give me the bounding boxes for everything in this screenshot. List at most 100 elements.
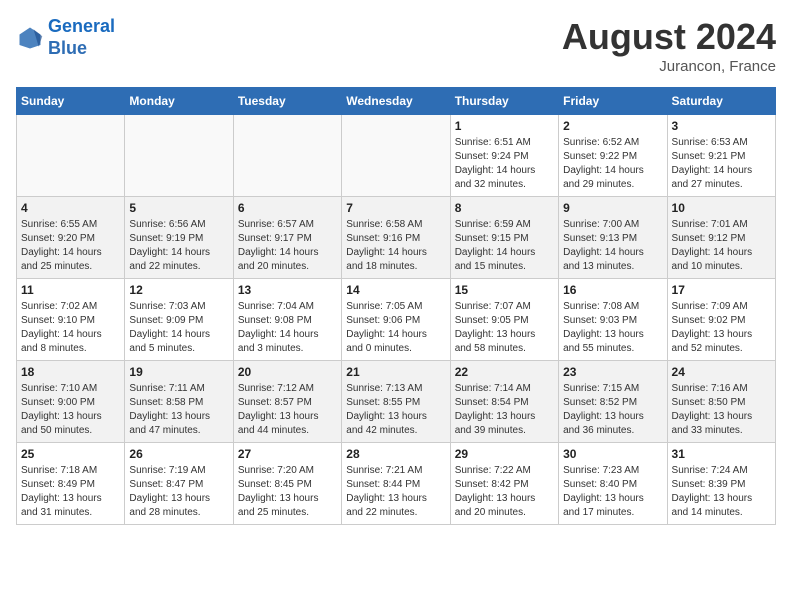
day-info: Sunrise: 6:55 AMSunset: 9:20 PMDaylight:… <box>21 218 120 274</box>
day-cell: 24 Sunrise: 7:16 AMSunset: 8:50 PMDayligh… <box>667 361 775 443</box>
day-info: Sunrise: 7:09 AMSunset: 9:02 PMDaylight:… <box>672 300 771 356</box>
day-cell: 5 Sunrise: 6:56 AMSunset: 9:19 PMDaylight… <box>125 197 233 279</box>
calendar-table: SundayMondayTuesdayWednesdayThursdayFrid… <box>16 87 776 525</box>
day-info: Sunrise: 7:07 AMSunset: 9:05 PMDaylight:… <box>455 300 554 356</box>
day-cell: 20 Sunrise: 7:12 AMSunset: 8:57 PMDayligh… <box>233 361 341 443</box>
day-number: 3 <box>672 119 771 133</box>
day-info: Sunrise: 7:16 AMSunset: 8:50 PMDaylight:… <box>672 382 771 438</box>
day-number: 25 <box>21 447 120 461</box>
day-number: 27 <box>238 447 337 461</box>
logo-line2: Blue <box>48 38 87 58</box>
day-info: Sunrise: 6:59 AMSunset: 9:15 PMDaylight:… <box>455 218 554 274</box>
day-cell: 30 Sunrise: 7:23 AMSunset: 8:40 PMDayligh… <box>559 443 667 525</box>
day-info: Sunrise: 7:05 AMSunset: 9:06 PMDaylight:… <box>346 300 445 356</box>
day-info: Sunrise: 6:52 AMSunset: 9:22 PMDaylight:… <box>563 136 662 192</box>
day-cell: 6 Sunrise: 6:57 AMSunset: 9:17 PMDaylight… <box>233 197 341 279</box>
day-number: 23 <box>563 365 662 379</box>
day-number: 2 <box>563 119 662 133</box>
header-cell-thursday: Thursday <box>450 88 558 115</box>
day-info: Sunrise: 6:53 AMSunset: 9:21 PMDaylight:… <box>672 136 771 192</box>
day-cell <box>17 115 125 197</box>
day-info: Sunrise: 7:02 AMSunset: 9:10 PMDaylight:… <box>21 300 120 356</box>
day-number: 7 <box>346 201 445 215</box>
header-row: SundayMondayTuesdayWednesdayThursdayFrid… <box>17 88 776 115</box>
day-cell: 2 Sunrise: 6:52 AMSunset: 9:22 PMDaylight… <box>559 115 667 197</box>
day-cell: 10Sunrise: 7:01 AMSunset: 9:12 PMDayligh… <box>667 197 775 279</box>
day-number: 24 <box>672 365 771 379</box>
day-number: 13 <box>238 283 337 297</box>
day-cell: 22Sunrise: 7:14 AMSunset: 8:54 PMDayligh… <box>450 361 558 443</box>
day-cell: 31Sunrise: 7:24 AMSunset: 8:39 PMDayligh… <box>667 443 775 525</box>
day-cell: 29 Sunrise: 7:22 AMSunset: 8:42 PMDayligh… <box>450 443 558 525</box>
day-number: 29 <box>455 447 554 461</box>
day-cell <box>342 115 450 197</box>
day-number: 28 <box>346 447 445 461</box>
day-info: Sunrise: 7:14 AMSunset: 8:54 PMDaylight:… <box>455 382 554 438</box>
day-info: Sunrise: 7:12 AMSunset: 8:57 PMDaylight:… <box>238 382 337 438</box>
day-cell: 15 Sunrise: 7:07 AMSunset: 9:05 PMDayligh… <box>450 279 558 361</box>
day-info: Sunrise: 7:19 AMSunset: 8:47 PMDaylight:… <box>129 464 228 520</box>
header-cell-tuesday: Tuesday <box>233 88 341 115</box>
day-number: 12 <box>129 283 228 297</box>
month-year: August 2024 <box>562 16 776 58</box>
day-info: Sunrise: 7:23 AMSunset: 8:40 PMDaylight:… <box>563 464 662 520</box>
day-number: 18 <box>21 365 120 379</box>
page-header: General Blue August 2024 Jurancon, Franc… <box>16 16 776 75</box>
day-cell: 9Sunrise: 7:00 AMSunset: 9:13 PMDaylight… <box>559 197 667 279</box>
header-cell-saturday: Saturday <box>667 88 775 115</box>
day-info: Sunrise: 7:22 AMSunset: 8:42 PMDaylight:… <box>455 464 554 520</box>
header-cell-friday: Friday <box>559 88 667 115</box>
day-info: Sunrise: 7:08 AMSunset: 9:03 PMDaylight:… <box>563 300 662 356</box>
logo-line1: General <box>48 16 115 36</box>
week-row-4: 25 Sunrise: 7:18 AMSunset: 8:49 PMDayligh… <box>17 443 776 525</box>
day-info: Sunrise: 6:57 AMSunset: 9:17 PMDaylight:… <box>238 218 337 274</box>
day-cell: 16 Sunrise: 7:08 AMSunset: 9:03 PMDayligh… <box>559 279 667 361</box>
day-number: 5 <box>129 201 228 215</box>
day-number: 21 <box>346 365 445 379</box>
day-cell: 8 Sunrise: 6:59 AMSunset: 9:15 PMDaylight… <box>450 197 558 279</box>
day-info: Sunrise: 7:00 AMSunset: 9:13 PMDaylight:… <box>563 218 662 274</box>
day-number: 8 <box>455 201 554 215</box>
day-cell: 13 Sunrise: 7:04 AMSunset: 9:08 PMDayligh… <box>233 279 341 361</box>
day-cell: 14Sunrise: 7:05 AMSunset: 9:06 PMDayligh… <box>342 279 450 361</box>
day-cell: 18 Sunrise: 7:10 AMSunset: 9:00 PMDayligh… <box>17 361 125 443</box>
day-info: Sunrise: 7:10 AMSunset: 9:00 PMDaylight:… <box>21 382 120 438</box>
day-info: Sunrise: 6:58 AMSunset: 9:16 PMDaylight:… <box>346 218 445 274</box>
day-number: 26 <box>129 447 228 461</box>
location: Jurancon, France <box>562 58 776 75</box>
day-info: Sunrise: 7:11 AMSunset: 8:58 PMDaylight:… <box>129 382 228 438</box>
day-number: 30 <box>563 447 662 461</box>
logo: General Blue <box>16 16 115 59</box>
day-cell: 21 Sunrise: 7:13 AMSunset: 8:55 PMDayligh… <box>342 361 450 443</box>
title-block: August 2024 Jurancon, France <box>562 16 776 75</box>
day-cell <box>233 115 341 197</box>
day-cell: 4Sunrise: 6:55 AMSunset: 9:20 PMDaylight… <box>17 197 125 279</box>
day-info: Sunrise: 6:56 AMSunset: 9:19 PMDaylight:… <box>129 218 228 274</box>
day-number: 16 <box>563 283 662 297</box>
week-row-3: 18 Sunrise: 7:10 AMSunset: 9:00 PMDayligh… <box>17 361 776 443</box>
day-number: 17 <box>672 283 771 297</box>
logo-text: General Blue <box>48 16 115 59</box>
day-number: 15 <box>455 283 554 297</box>
week-row-0: 1Sunrise: 6:51 AMSunset: 9:24 PMDaylight… <box>17 115 776 197</box>
day-cell: 7 Sunrise: 6:58 AMSunset: 9:16 PMDaylight… <box>342 197 450 279</box>
header-cell-sunday: Sunday <box>17 88 125 115</box>
week-row-2: 11 Sunrise: 7:02 AMSunset: 9:10 PMDayligh… <box>17 279 776 361</box>
day-cell <box>125 115 233 197</box>
day-number: 19 <box>129 365 228 379</box>
day-number: 11 <box>21 283 120 297</box>
day-info: Sunrise: 7:18 AMSunset: 8:49 PMDaylight:… <box>21 464 120 520</box>
day-info: Sunrise: 6:51 AMSunset: 9:24 PMDaylight:… <box>455 136 554 192</box>
day-info: Sunrise: 7:21 AMSunset: 8:44 PMDaylight:… <box>346 464 445 520</box>
day-cell: 17 Sunrise: 7:09 AMSunset: 9:02 PMDayligh… <box>667 279 775 361</box>
day-info: Sunrise: 7:04 AMSunset: 9:08 PMDaylight:… <box>238 300 337 356</box>
day-cell: 11 Sunrise: 7:02 AMSunset: 9:10 PMDayligh… <box>17 279 125 361</box>
day-cell: 19 Sunrise: 7:11 AMSunset: 8:58 PMDayligh… <box>125 361 233 443</box>
day-cell: 26 Sunrise: 7:19 AMSunset: 8:47 PMDayligh… <box>125 443 233 525</box>
day-number: 10 <box>672 201 771 215</box>
header-cell-monday: Monday <box>125 88 233 115</box>
day-info: Sunrise: 7:13 AMSunset: 8:55 PMDaylight:… <box>346 382 445 438</box>
day-number: 6 <box>238 201 337 215</box>
day-info: Sunrise: 7:03 AMSunset: 9:09 PMDaylight:… <box>129 300 228 356</box>
day-number: 20 <box>238 365 337 379</box>
